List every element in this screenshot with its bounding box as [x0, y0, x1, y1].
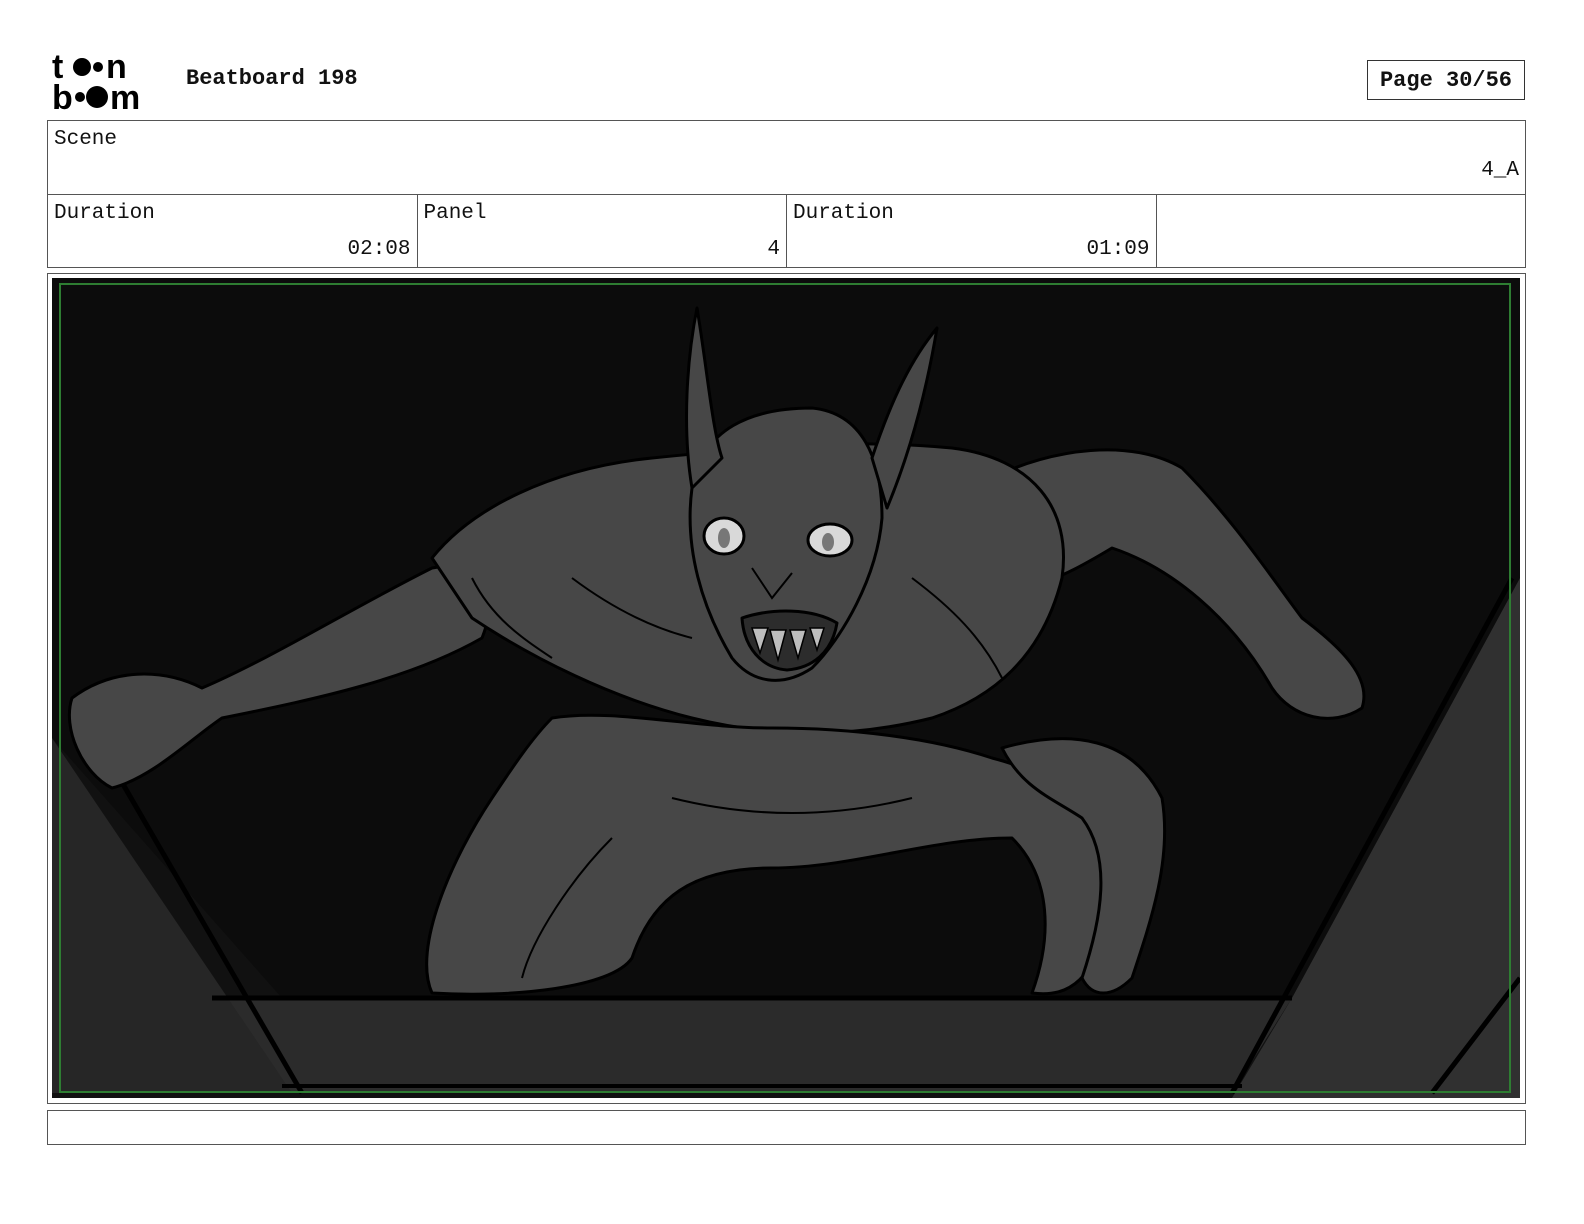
storyboard-panel [47, 273, 1526, 1104]
svg-text:m: m [110, 79, 140, 112]
panel-duration-cell: Duration 01:09 [787, 195, 1157, 267]
ledge-front [212, 998, 1292, 1093]
panel-number: 4 [767, 238, 780, 261]
timing-row: Duration 02:08 Panel 4 Duration 01:09 [48, 195, 1525, 267]
page-indicator: Page 30/56 [1367, 60, 1525, 100]
scene-duration-value: 02:08 [347, 238, 411, 261]
panel-notes-box [47, 1110, 1526, 1145]
scene-value: 4_A [1481, 159, 1519, 182]
scene-row: Scene 4_A [48, 121, 1525, 195]
panel-cell: Panel 4 [418, 195, 787, 267]
panel-duration-label: Duration [793, 202, 894, 225]
scene-label: Scene [54, 128, 118, 151]
panel-label: Panel [423, 202, 487, 225]
panel-sketch [52, 278, 1520, 1098]
scene-duration-cell: Duration 02:08 [48, 195, 418, 267]
scene-duration-label: Duration [54, 202, 155, 225]
empty-cell [1157, 195, 1526, 267]
scene-info-table: Scene 4_A Duration 02:08 Panel 4 Duratio… [47, 120, 1526, 268]
panel-duration-value: 01:09 [1086, 238, 1150, 261]
svg-text:b: b [52, 79, 73, 112]
toon-boom-logo: t n b m [52, 50, 140, 112]
document-title: Beatboard 198 [186, 66, 358, 91]
